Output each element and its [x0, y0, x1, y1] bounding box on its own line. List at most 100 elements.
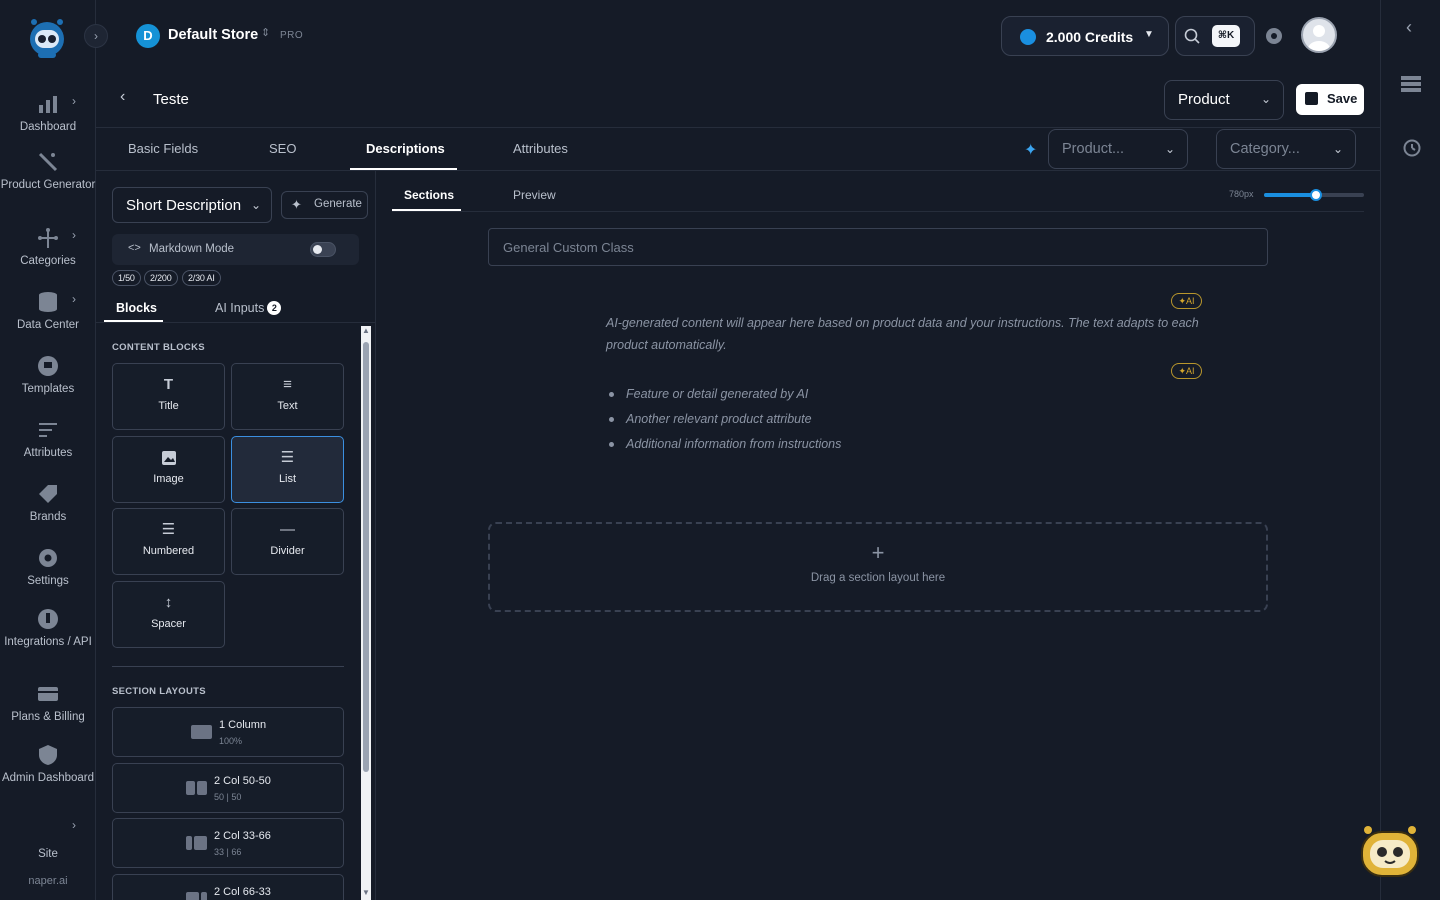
spacer-icon: ↕ [164, 594, 173, 611]
chevron-right-icon: › [72, 94, 76, 108]
tab-seo[interactable]: SEO [269, 141, 296, 156]
dropzone-label: Drag a section layout here [810, 572, 946, 584]
block-numbered[interactable]: ☰ Numbered [112, 508, 225, 575]
shortcut-hint: ⌘K [1212, 25, 1240, 47]
sidebar-item-templates[interactable]: Templates [0, 354, 96, 396]
tab-preview[interactable]: Preview [513, 188, 556, 202]
save-button[interactable]: Save [1296, 84, 1364, 115]
product-filter-select[interactable]: Product... ⌄ [1048, 129, 1188, 169]
generate-button[interactable]: ✦ Generate [281, 191, 368, 219]
sidebar-item-admin-dashboard[interactable]: Admin Dashboard [0, 743, 96, 785]
layout-2-col-66-33[interactable]: 2 Col 66-33 [112, 874, 344, 900]
save-label: Save [1327, 91, 1358, 106]
collapse-panel-icon[interactable]: ‹ [1406, 17, 1412, 38]
sparkle-icon[interactable]: ✦ [1024, 140, 1037, 160]
block-title[interactable]: T Title [112, 363, 225, 430]
tab-descriptions[interactable]: Descriptions [366, 141, 445, 156]
credits-label: 2.000 Credits [1046, 29, 1134, 45]
back-arrow-icon[interactable]: ‹ [120, 88, 125, 106]
page-title: Teste [153, 91, 189, 108]
chevron-right-icon: › [72, 228, 76, 242]
ai-badge[interactable]: ✦AI [1171, 363, 1202, 379]
layout-split: 33 | 66 [214, 847, 242, 857]
description-type-select[interactable]: Short Description ⌄ [112, 187, 272, 223]
description-type-value: Short Description [126, 197, 242, 214]
ai-text-placeholder[interactable]: AI-generated content will appear here ba… [606, 312, 1206, 356]
tab-attributes[interactable]: Attributes [513, 141, 568, 156]
sidebar-item-brands[interactable]: Brands [0, 482, 96, 524]
chevron-down-icon: ⌄ [1332, 142, 1343, 156]
scroll-up-icon[interactable]: ▲ [362, 326, 370, 335]
right-rail: ‹ [1380, 0, 1440, 900]
layout-name: 1 Column [219, 719, 267, 731]
layout-name: 2 Col 50-50 [214, 775, 271, 787]
layout-2-col-33-66[interactable]: 2 Col 33-66 33 | 66 [112, 818, 344, 868]
subtab-blocks[interactable]: Blocks [116, 301, 157, 315]
usage-chip: 1/50 [112, 270, 141, 286]
card-icon [38, 687, 58, 701]
sidebar-item-label: Brands [29, 511, 67, 523]
section-dropzone[interactable]: + Drag a section layout here [488, 522, 1268, 612]
block-label: Divider [270, 545, 305, 557]
store-name[interactable]: Default Store [168, 27, 258, 43]
sidebar-item-product-generator[interactable]: Product Generator [0, 150, 96, 192]
tab-basic-fields[interactable]: Basic Fields [128, 141, 198, 156]
sidebar-expand-button[interactable]: › [84, 24, 108, 48]
store-switch-icon[interactable]: ⇕ [261, 26, 270, 39]
product-select-value: Product [1178, 91, 1230, 108]
tag-icon [39, 485, 57, 503]
one-column-icon [191, 725, 212, 739]
block-spacer[interactable]: ↕ Spacer [112, 581, 225, 648]
sidebar-item-attributes[interactable]: Attributes [0, 418, 96, 460]
credits-button[interactable]: 2.000 Credits ▼ [1001, 16, 1169, 56]
scroll-down-icon[interactable]: ▼ [362, 888, 370, 897]
block-text[interactable]: ≡ Text [231, 363, 344, 430]
width-slider[interactable] [1264, 189, 1364, 201]
block-label: Numbered [142, 545, 195, 557]
sidebar-item-label: Templates [21, 383, 75, 395]
chevron-down-icon: ⌄ [250, 198, 261, 212]
sidebar-item-integrations[interactable]: Integrations / API [0, 607, 96, 649]
editor-canvas: Sections Preview 780px General Custom Cl… [376, 171, 1380, 900]
tree-icon [38, 228, 58, 248]
custom-class-input[interactable]: General Custom Class [488, 228, 1268, 266]
ai-list-placeholder[interactable]: Feature or detail generated by AI Anothe… [606, 383, 841, 458]
gear-icon[interactable] [1264, 26, 1284, 46]
category-filter-select[interactable]: Category... ⌄ [1216, 129, 1356, 169]
search-button[interactable]: ⌘K [1175, 16, 1255, 56]
slider-knob[interactable] [1310, 189, 1322, 201]
panel-scrollbar[interactable]: ▲ ▼ [361, 326, 371, 900]
assistant-bot-icon[interactable] [1358, 822, 1422, 878]
block-label: Image [153, 473, 184, 485]
usage-chip: 2/30 AI [182, 270, 221, 286]
product-select[interactable]: Product ⌄ [1164, 80, 1284, 120]
caret-down-icon: ▼ [1144, 29, 1154, 40]
block-image[interactable]: Image [112, 436, 225, 503]
layout-2-col-50-50[interactable]: 2 Col 50-50 50 | 50 [112, 763, 344, 813]
history-icon[interactable] [1401, 138, 1421, 158]
subtab-ai-inputs[interactable]: AI Inputs 2 [215, 301, 282, 315]
gear-icon [39, 549, 57, 567]
scrollbar-thumb[interactable] [363, 342, 369, 772]
sidebar-item-settings[interactable]: Settings [0, 546, 96, 588]
markdown-mode-toggle[interactable] [310, 242, 336, 257]
sidebar-item-categories[interactable]: › Categories [0, 226, 96, 268]
robot-logo-icon[interactable] [26, 16, 68, 60]
footer-domain[interactable]: naper.ai [0, 874, 96, 888]
markdown-mode-label: Markdown Mode [149, 243, 235, 255]
store-avatar[interactable]: D [136, 24, 160, 48]
sidebar-item-plans-billing[interactable]: Plans & Billing [0, 682, 96, 724]
layout-1-column[interactable]: 1 Column 100% [112, 707, 344, 757]
sidebar-item-label: Settings [27, 575, 69, 587]
stack-icon[interactable] [1401, 75, 1421, 93]
chevron-down-icon: ⌄ [1260, 92, 1271, 106]
tab-sections[interactable]: Sections [404, 188, 454, 202]
sidebar-item-dashboard[interactable]: › Dashboard [0, 92, 96, 134]
block-divider[interactable]: — Divider [231, 508, 344, 575]
layout-name: 2 Col 66-33 [214, 886, 271, 898]
block-list[interactable]: ☰ List [231, 436, 344, 503]
user-avatar[interactable] [1301, 17, 1337, 53]
sidebar-item-data-center[interactable]: › Data Center [0, 290, 96, 332]
ai-badge[interactable]: ✦AI [1171, 293, 1202, 309]
sidebar-item-site[interactable]: › Site [0, 818, 96, 861]
